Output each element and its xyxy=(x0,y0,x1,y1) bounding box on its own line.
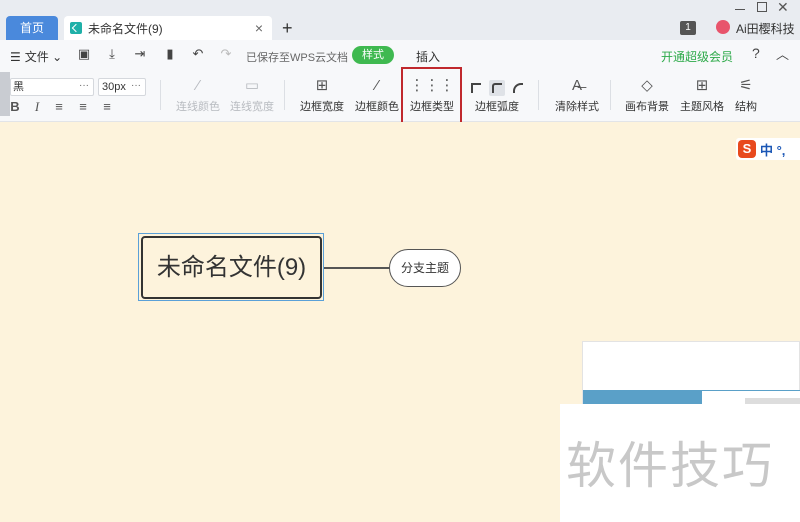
branch-connector-line xyxy=(324,267,390,269)
border-radius-label: 边框弧度 xyxy=(475,101,519,113)
close-window-icon[interactable]: ✕ xyxy=(777,0,789,16)
ime-indicator[interactable]: S 中 °, xyxy=(736,138,800,160)
divider xyxy=(284,80,285,110)
align-left-icon[interactable]: ≡ xyxy=(52,99,66,114)
sogou-ime-icon: S xyxy=(738,140,756,158)
collapse-toolbar-icon[interactable]: ︿ xyxy=(776,44,789,63)
user-name[interactable]: Ai田樱科技 xyxy=(736,20,795,37)
font-family-select[interactable]: 黑 ··· xyxy=(10,78,94,96)
clear-style-button[interactable]: A̶ 清除样式 xyxy=(545,76,609,120)
clear-style-label: 清除样式 xyxy=(555,101,599,113)
font-dropdown-icon: ··· xyxy=(79,80,89,91)
close-tab-icon[interactable]: × xyxy=(252,20,266,36)
tab-style[interactable]: 样式 xyxy=(352,46,394,64)
divider xyxy=(160,80,161,110)
branch-topic-node[interactable]: 分支主题 xyxy=(389,249,461,287)
minimize-icon[interactable] xyxy=(734,2,746,14)
root-topic-node[interactable]: 未命名文件(9) xyxy=(141,236,322,299)
line-width-button[interactable]: ▭ 连线宽度 xyxy=(220,76,284,120)
chevron-down-icon: ⌄ xyxy=(48,50,63,64)
align-center-icon[interactable]: ≡ xyxy=(76,99,90,114)
ime-mode-label: 中 °, xyxy=(760,142,786,158)
file-menu[interactable]: ☰ 文件 ⌄ xyxy=(10,48,62,65)
undo-icon[interactable]: ↶ xyxy=(190,46,206,62)
border-radius-button[interactable]: 边框弧度 xyxy=(465,76,529,120)
divider xyxy=(538,80,539,110)
maximize-icon[interactable] xyxy=(757,2,767,12)
menu-icon: ☰ xyxy=(10,50,21,64)
window-count-badge[interactable]: 1 xyxy=(680,21,696,35)
download-icon[interactable]: ⤓ xyxy=(104,46,120,62)
export-icon[interactable]: ⇥ xyxy=(132,46,148,62)
border-radius-spacer xyxy=(465,76,529,96)
italic-button[interactable]: I xyxy=(30,99,44,115)
toolbar: ☰ 文件 ⌄ ▣ ⤓ ⇥ ▮ ↶ ↷ 已保存至WPS云文档 样式 插入 开通超级会… xyxy=(0,40,800,122)
format-painter-icon[interactable]: ▮ xyxy=(162,46,178,62)
font-size-value: 30px xyxy=(102,81,126,93)
font-family-value: 黑 xyxy=(13,81,24,93)
tab-insert[interactable]: 插入 xyxy=(416,48,440,65)
line-width-label: 连线宽度 xyxy=(230,101,274,113)
line-width-icon: ▭ xyxy=(244,77,260,94)
mindmap-file-icon xyxy=(70,22,82,34)
tab-bar: 首页 未命名文件(9) × + 1 Ai田樱科技 ✕ xyxy=(0,0,800,40)
redo-icon[interactable]: ↷ xyxy=(218,46,234,62)
save-status: 已保存至WPS云文档 xyxy=(246,52,349,64)
tab-home[interactable]: 首页 xyxy=(6,16,58,40)
structure-label: 结构 xyxy=(735,101,757,113)
align-right-icon[interactable]: ≡ xyxy=(100,99,114,114)
tab-document-label: 未命名文件(9) xyxy=(88,21,163,36)
tab-document[interactable]: 未命名文件(9) × xyxy=(64,16,272,40)
avatar[interactable] xyxy=(716,20,730,34)
font-size-select[interactable]: 30px ··· xyxy=(98,78,146,96)
vip-upgrade-link[interactable]: 开通超级会员 xyxy=(661,48,733,65)
help-icon[interactable]: ? xyxy=(752,45,760,61)
save-icon[interactable]: ▣ xyxy=(76,46,92,62)
file-menu-label: 文件 xyxy=(24,50,49,64)
size-dropdown-icon: ··· xyxy=(131,80,141,91)
structure-icon: ⚟ xyxy=(739,77,753,94)
clear-style-icon: A̶ xyxy=(571,77,582,94)
left-scroll-strip xyxy=(0,72,10,116)
add-tab-button[interactable]: + xyxy=(282,18,293,38)
structure-button[interactable]: ⚟ 结构 xyxy=(714,76,778,120)
divider xyxy=(610,80,611,110)
bold-button[interactable]: B xyxy=(8,99,22,114)
border-type-highlight-box xyxy=(401,67,462,125)
watermark: 软件技巧 xyxy=(566,437,774,495)
